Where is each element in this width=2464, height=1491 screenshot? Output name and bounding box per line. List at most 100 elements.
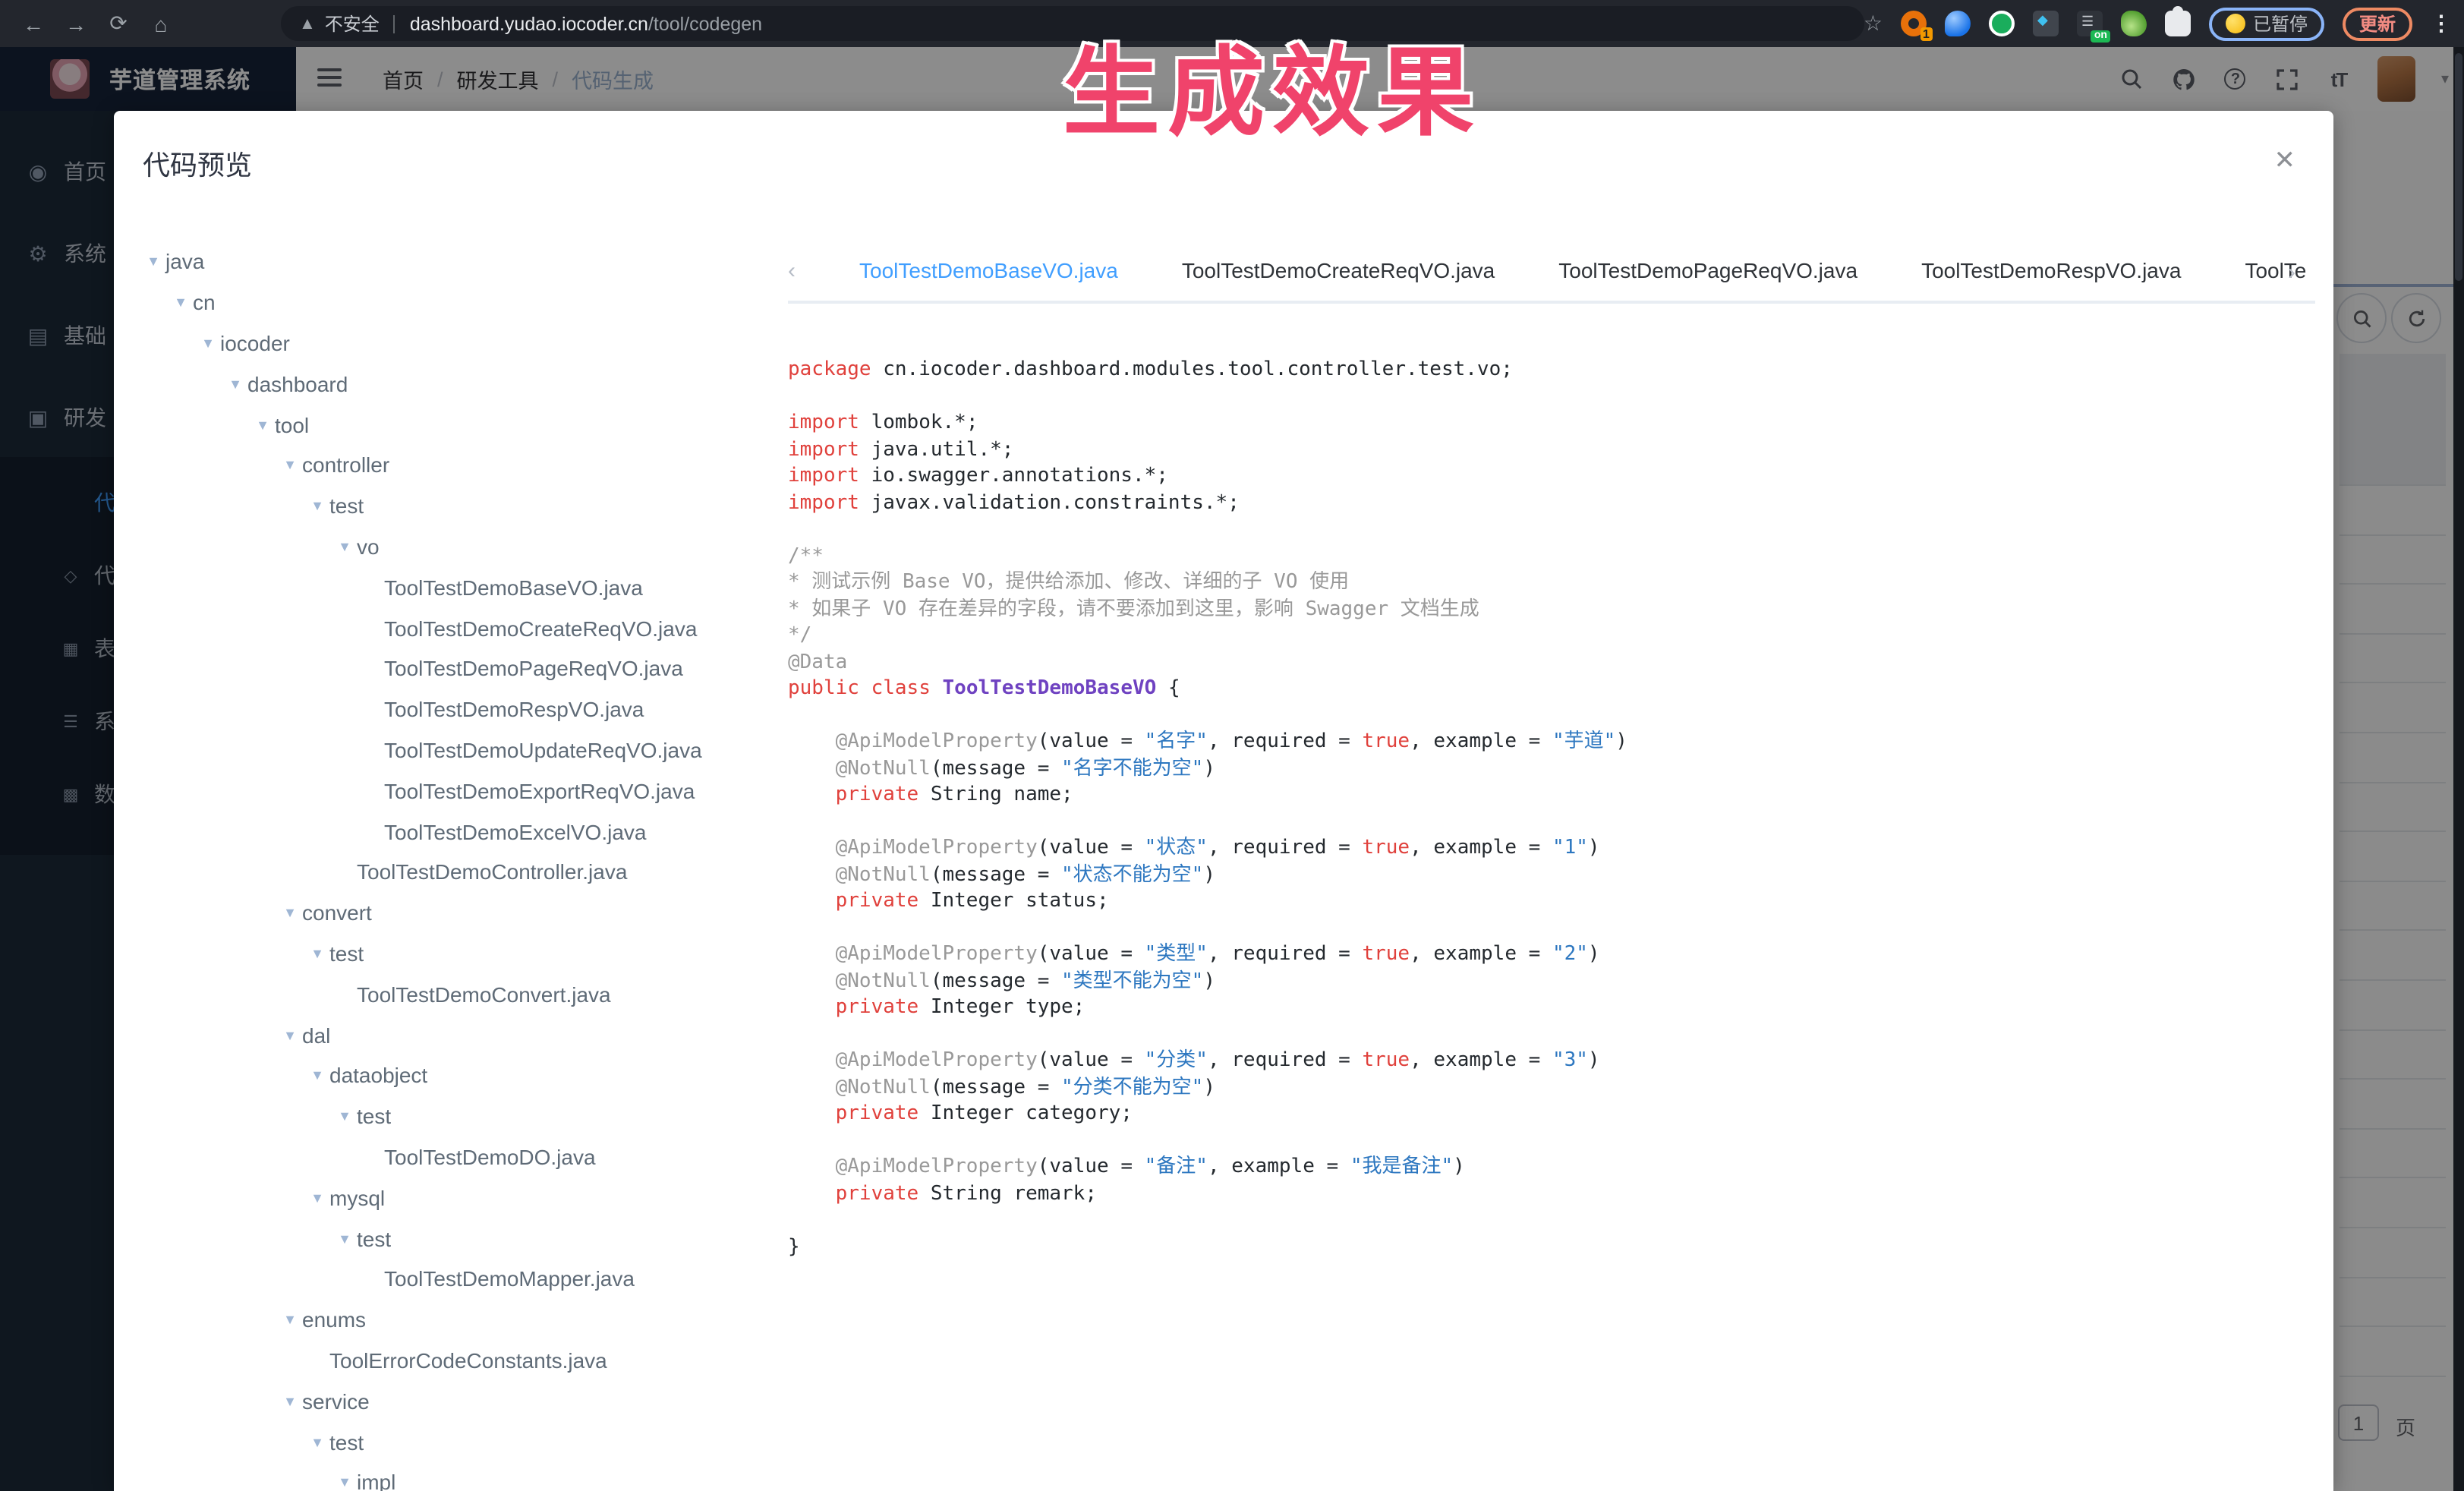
reload-icon[interactable]: ⟳ bbox=[97, 11, 140, 36]
caret-down-icon[interactable]: ▼ bbox=[305, 1434, 329, 1449]
caret-down-icon[interactable]: ▼ bbox=[278, 1027, 302, 1042]
tree-node-label: test bbox=[357, 1104, 391, 1128]
caret-down-icon[interactable]: ▼ bbox=[305, 498, 329, 513]
caret-down-icon[interactable]: ▼ bbox=[332, 1108, 357, 1124]
tree-folder[interactable]: ▼ test bbox=[126, 486, 776, 527]
caret-down-icon[interactable]: ▼ bbox=[305, 946, 329, 961]
caret-down-icon[interactable]: ▼ bbox=[278, 1393, 302, 1408]
extension-blue-drop-icon[interactable] bbox=[1945, 11, 1971, 36]
profile-paused-button[interactable]: 已暂停 bbox=[2209, 7, 2324, 40]
tree-node-label: enums bbox=[302, 1307, 366, 1332]
extensions-puzzle-icon[interactable] bbox=[2165, 11, 2191, 36]
tree-folder[interactable]: ▼ iocoder bbox=[126, 323, 776, 364]
code-line bbox=[788, 516, 2306, 543]
extension-green-icon[interactable] bbox=[1989, 11, 2015, 36]
tree-folder[interactable]: ▼ test bbox=[126, 1095, 776, 1136]
annotation-text: 生成效果 bbox=[1063, 15, 1482, 155]
file-tab[interactable]: ToolTe bbox=[2245, 240, 2306, 302]
tree-file[interactable]: ▼ ToolTestDemoCreateReqVO.java bbox=[126, 607, 776, 648]
back-icon[interactable]: ← bbox=[12, 11, 55, 36]
tree-folder[interactable]: ▼ mysql bbox=[126, 1177, 776, 1218]
code-line: @ApiModelProperty(value = "名字", required… bbox=[788, 729, 2306, 755]
browser-menu-icon[interactable]: ⋮ bbox=[2431, 11, 2452, 36]
tree-folder[interactable]: ▼ impl bbox=[126, 1462, 776, 1491]
tree-node-label: dal bbox=[302, 1023, 330, 1047]
file-tree: ▼ java▼ cn▼ iocoder▼ dashboard▼ tool▼ co… bbox=[126, 241, 776, 1491]
bookmark-star-icon[interactable]: ☆ bbox=[1864, 11, 1883, 36]
code-line bbox=[788, 1021, 2306, 1048]
tree-file[interactable]: ▼ ToolTestDemoUpdateReqVO.java bbox=[126, 730, 776, 771]
tree-folder[interactable]: ▼ service bbox=[126, 1381, 776, 1422]
code-line: private String remark; bbox=[788, 1181, 2306, 1207]
tree-folder[interactable]: ▼ java bbox=[126, 241, 776, 282]
tree-folder[interactable]: ▼ dal bbox=[126, 1014, 776, 1055]
caret-down-icon[interactable]: ▼ bbox=[305, 1190, 329, 1205]
tree-folder[interactable]: ▼ test bbox=[126, 1421, 776, 1462]
file-tab[interactable]: ToolTestDemoCreateReqVO.java bbox=[1182, 240, 1495, 302]
tree-node-label: ToolTestDemoExportReqVO.java bbox=[384, 779, 695, 803]
tree-file[interactable]: ▼ ToolTestDemoRespVO.java bbox=[126, 689, 776, 730]
code-line: * 如果子 VO 存在差异的字段，请不要添加到这里，影响 Swagger 文档生… bbox=[788, 596, 2306, 623]
tree-node-label: iocoder bbox=[220, 331, 290, 355]
close-icon[interactable]: ✕ bbox=[2274, 147, 2296, 173]
code-line bbox=[788, 1127, 2306, 1154]
tree-folder[interactable]: ▼ cn bbox=[126, 282, 776, 323]
tree-folder[interactable]: ▼ enums bbox=[126, 1299, 776, 1340]
extension-switch-icon[interactable]: on bbox=[2077, 11, 2103, 36]
tree-folder[interactable]: ▼ vo bbox=[126, 526, 776, 567]
caret-down-icon[interactable]: ▼ bbox=[223, 377, 247, 392]
scrollbar-thumb[interactable] bbox=[2455, 53, 2462, 281]
tabs-scroll-left-icon[interactable]: ‹ bbox=[788, 257, 796, 283]
tree-folder[interactable]: ▼ controller bbox=[126, 445, 776, 486]
file-tab[interactable]: ToolTestDemoPageReqVO.java bbox=[1558, 240, 1857, 302]
tree-file[interactable]: ▼ ToolErrorCodeConstants.java bbox=[126, 1340, 776, 1381]
tree-folder[interactable]: ▼ dataobject bbox=[126, 1055, 776, 1096]
tree-folder[interactable]: ▼ test bbox=[126, 933, 776, 974]
extension-diamond-icon[interactable] bbox=[2033, 11, 2059, 36]
tree-node-label: ToolTestDemoPageReqVO.java bbox=[384, 657, 683, 681]
extension-orange-icon[interactable]: 1 bbox=[1901, 11, 1927, 36]
tree-node-label: mysql bbox=[329, 1185, 385, 1209]
tree-node-label: ToolTestDemoExcelVO.java bbox=[384, 819, 647, 843]
caret-down-icon[interactable]: ▼ bbox=[278, 905, 302, 920]
tree-folder[interactable]: ▼ test bbox=[126, 1218, 776, 1259]
file-tab[interactable]: ToolTestDemoRespVO.java bbox=[1921, 240, 2181, 302]
caret-down-icon[interactable]: ▼ bbox=[250, 417, 275, 432]
code-line: import lombok.*; bbox=[788, 410, 2306, 437]
tree-file[interactable]: ▼ ToolTestDemoController.java bbox=[126, 852, 776, 893]
forward-icon[interactable]: → bbox=[55, 11, 97, 36]
code-line: public class ToolTestDemoBaseVO { bbox=[788, 676, 2306, 702]
tree-file[interactable]: ▼ ToolTestDemoConvert.java bbox=[126, 974, 776, 1015]
caret-down-icon[interactable]: ▼ bbox=[196, 336, 220, 351]
extension-sprout-icon[interactable] bbox=[2121, 11, 2147, 36]
tree-file[interactable]: ▼ ToolTestDemoExcelVO.java bbox=[126, 811, 776, 852]
caret-down-icon[interactable]: ▼ bbox=[332, 1231, 357, 1246]
home-icon[interactable]: ⌂ bbox=[140, 11, 182, 36]
caret-down-icon[interactable]: ▼ bbox=[332, 539, 357, 554]
tree-node-label: ToolTestDemoConvert.java bbox=[357, 982, 611, 1006]
tree-folder[interactable]: ▼ convert bbox=[126, 893, 776, 934]
url-path: /tool/codegen bbox=[648, 13, 762, 34]
tree-folder[interactable]: ▼ dashboard bbox=[126, 364, 776, 405]
code-line: private String name; bbox=[788, 782, 2306, 809]
tree-node-label: ToolTestDemoController.java bbox=[357, 860, 627, 884]
tree-folder[interactable]: ▼ tool bbox=[126, 404, 776, 445]
caret-down-icon[interactable]: ▼ bbox=[332, 1475, 357, 1490]
tree-node-label: ToolTestDemoMapper.java bbox=[384, 1267, 635, 1291]
caret-down-icon[interactable]: ▼ bbox=[278, 458, 302, 473]
code-line: } bbox=[788, 1234, 2306, 1260]
caret-down-icon[interactable]: ▼ bbox=[278, 1312, 302, 1327]
update-button[interactable]: 更新 bbox=[2343, 7, 2412, 40]
address-divider bbox=[393, 14, 395, 33]
tabs-scroll-right-icon[interactable]: › bbox=[2288, 260, 2295, 285]
browser-scrollbar[interactable] bbox=[2453, 47, 2464, 1491]
tree-file[interactable]: ▼ ToolTestDemoMapper.java bbox=[126, 1259, 776, 1300]
caret-down-icon[interactable]: ▼ bbox=[141, 254, 165, 270]
tree-file[interactable]: ▼ ToolTestDemoDO.java bbox=[126, 1136, 776, 1177]
caret-down-icon[interactable]: ▼ bbox=[305, 1068, 329, 1083]
file-tab[interactable]: ToolTestDemoBaseVO.java bbox=[859, 240, 1118, 302]
tree-file[interactable]: ▼ ToolTestDemoBaseVO.java bbox=[126, 567, 776, 608]
tree-file[interactable]: ▼ ToolTestDemoExportReqVO.java bbox=[126, 771, 776, 812]
caret-down-icon[interactable]: ▼ bbox=[169, 295, 193, 310]
tree-file[interactable]: ▼ ToolTestDemoPageReqVO.java bbox=[126, 648, 776, 689]
